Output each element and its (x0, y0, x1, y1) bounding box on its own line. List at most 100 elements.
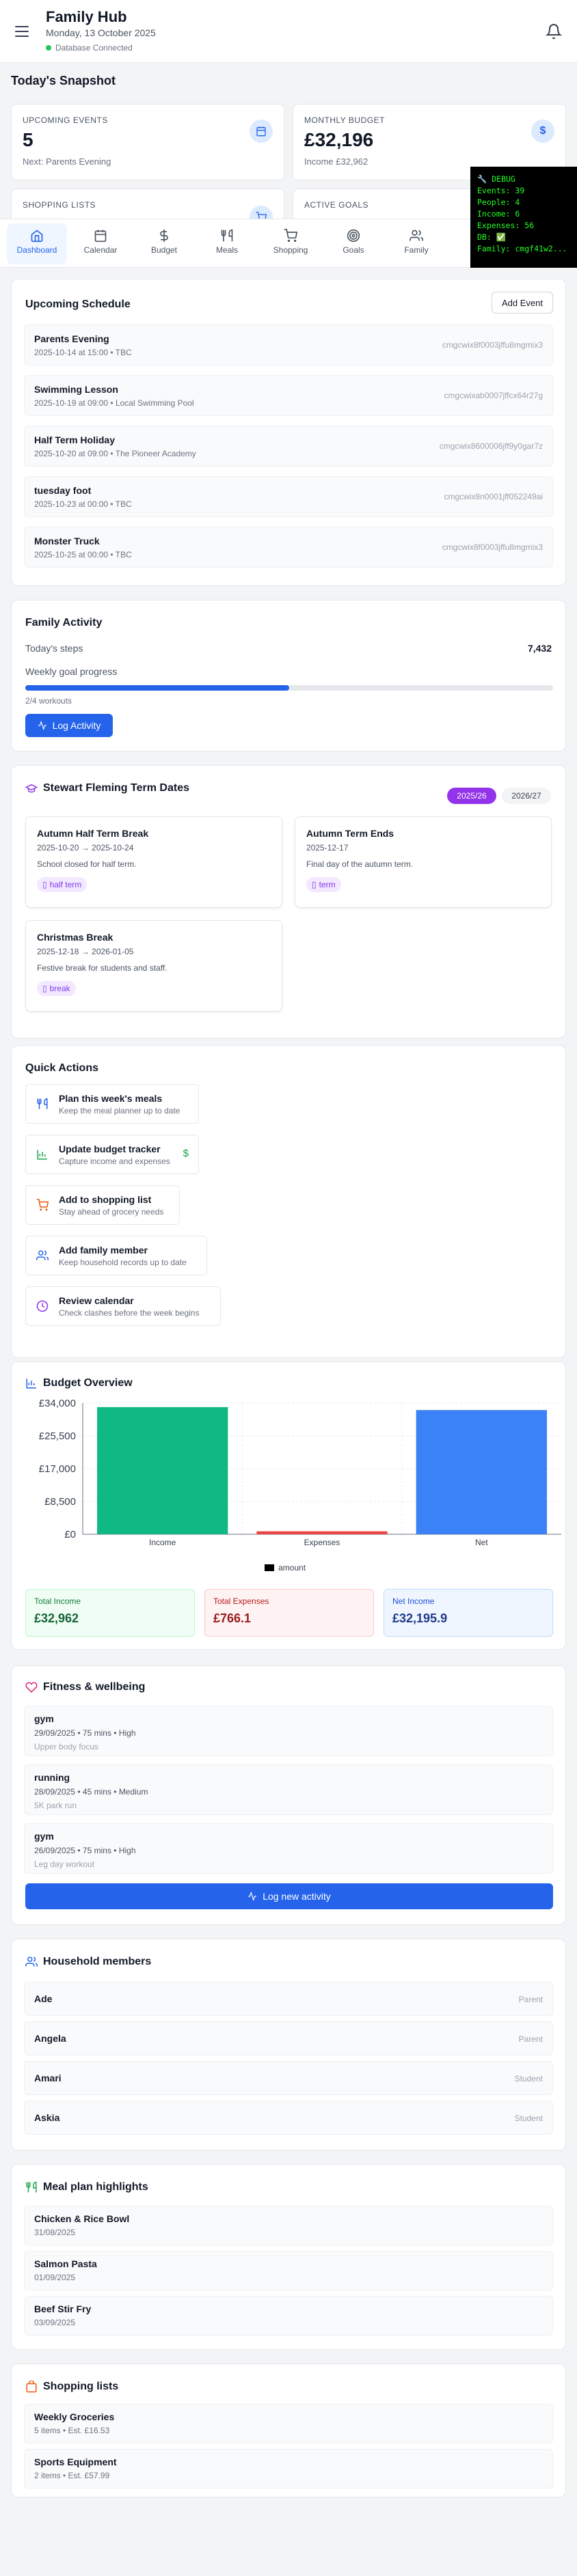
term-tag-label: half term (49, 880, 82, 889)
member-role: Student (514, 2074, 543, 2083)
dollar-icon: $ (531, 120, 554, 143)
nav-calendar[interactable]: Calendar (70, 223, 131, 264)
event-id: cmgcwix8f0003jffu8mgmix3 (442, 340, 543, 350)
shopping-list-row[interactable]: Weekly Groceries 5 items • Est. £16.53 (24, 2404, 553, 2443)
debug-line: 🔧 DEBUG (477, 174, 515, 184)
shopping-lists-section: Shopping lists Weekly Groceries 5 items … (11, 2364, 566, 2497)
plan-meals-action[interactable]: Plan this week's meals Keep the meal pla… (25, 1084, 199, 1124)
action-sub: Check clashes before the week begins (59, 1308, 200, 1318)
meal-row[interactable]: Salmon Pasta 01/09/2025 (24, 2251, 553, 2290)
menu-icon[interactable] (15, 26, 29, 37)
term-dates: 2025-12-18 → 2026-01-05 (37, 947, 134, 956)
log-new-activity-button[interactable]: Log new activity (25, 1883, 553, 1909)
db-status-text: Database Connected (55, 43, 133, 53)
upcoming-schedule-section: Upcoming Schedule Add Event Parents Even… (11, 279, 566, 586)
nav-dashboard[interactable]: Dashboard (7, 223, 67, 264)
term-card[interactable]: Autumn Half Term Break 2025-10-20 → 2025… (25, 816, 282, 908)
y-tick-label: £8,500 (44, 1496, 76, 1508)
add-event-button[interactable]: Add Event (492, 292, 553, 314)
section-title: Shopping lists (25, 2381, 118, 2393)
member-name: Amari (34, 2073, 62, 2083)
total-income-value: £32,962 (34, 1611, 79, 1625)
term-tag: ▯ term (306, 877, 341, 892)
meal-row[interactable]: Chicken & Rice Bowl 31/08/2025 (24, 2206, 553, 2245)
stat-value: £32,196 (304, 129, 374, 150)
event-row[interactable]: Parents Evening 2025-10-14 at 15:00 • TB… (24, 324, 553, 365)
home-icon (31, 230, 43, 243)
fitness-row[interactable]: gym 29/09/2025 • 75 mins • High Upper bo… (24, 1706, 553, 1756)
utensils-icon (26, 2181, 37, 2193)
debug-panel: 🔧 DEBUG Events: 39 People: 4 Income: 6 Expen… (470, 167, 577, 268)
upcoming-events-card[interactable]: Upcoming Events 5 Next: Parents Evening (11, 104, 284, 180)
member-row[interactable]: Amari Student (24, 2061, 553, 2095)
app-header: Family Hub Monday, 13 October 2025 Datab… (0, 0, 577, 63)
users-icon (25, 1956, 38, 1967)
meal-name: Beef Stir Fry (34, 2303, 92, 2314)
year-toggle-2025-26[interactable]: 2025/26 (447, 788, 496, 804)
db-status: Database Connected (46, 43, 133, 53)
nav-shopping[interactable]: Shopping (260, 223, 321, 264)
app-title: Family Hub (46, 8, 127, 25)
term-tag: ▯ half term (37, 877, 88, 892)
member-role: Parent (518, 2034, 543, 2044)
bar-income (97, 1407, 228, 1534)
event-row[interactable]: Half Term Holiday 2025-10-20 at 09:00 • … (24, 426, 553, 467)
log-activity-label: Log Activity (52, 720, 101, 731)
event-title: Monster Truck (34, 536, 100, 546)
clock-icon (36, 1299, 49, 1313)
update-budget-action[interactable]: Update budget tracker Capture income and… (25, 1135, 199, 1174)
section-title: Quick Actions (25, 1062, 98, 1074)
list-name: Sports Equipment (34, 2456, 117, 2467)
event-row[interactable]: Monster Truck 2025-10-25 at 00:00 • TBC … (24, 527, 553, 568)
meal-row[interactable]: Beef Stir Fry 03/09/2025 (24, 2296, 553, 2336)
section-title-text: Shopping lists (43, 2381, 119, 2392)
fitness-meta: 28/09/2025 • 45 mins • Medium (34, 1787, 148, 1797)
nav-meals[interactable]: Meals (197, 223, 257, 264)
dollar-icon (160, 229, 168, 243)
goal-label: Weekly goal progress (25, 666, 118, 677)
meal-date: 03/09/2025 (34, 2318, 76, 2327)
log-activity-button[interactable]: Log Activity (25, 714, 113, 737)
term-desc: Final day of the autumn term. (306, 859, 414, 869)
section-title: Household members (25, 1956, 151, 1968)
event-row[interactable]: tuesday foot 2025-10-23 at 00:00 • TBC c… (24, 476, 553, 517)
term-card[interactable]: Christmas Break 2025-12-18 → 2026-01-05 … (25, 920, 282, 1012)
book-icon: ▯ (312, 880, 317, 889)
budget-summary: Total Income £32,962 Total Expenses £766… (12, 1589, 567, 1637)
member-row[interactable]: Ade Parent (24, 1982, 553, 2016)
term-dates: 2025-12-17 (306, 843, 349, 853)
member-row[interactable]: Angela Parent (24, 2021, 553, 2055)
action-title: Add to shopping list (59, 1194, 152, 1205)
fitness-title: gym (34, 1713, 54, 1724)
stat-label: Shopping Lists (23, 200, 96, 210)
sum-label: Net Income (392, 1596, 435, 1606)
review-calendar-action[interactable]: Review calendar Check clashes before the… (25, 1286, 221, 1326)
debug-line: DB: ✅ (477, 232, 507, 242)
section-title: Meal plan highlights (25, 2181, 148, 2193)
add-shopping-action[interactable]: Add to shopping list Stay ahead of groce… (25, 1185, 180, 1225)
add-family-member-action[interactable]: Add family member Keep household records… (25, 1236, 207, 1275)
action-title: Plan this week's meals (59, 1093, 163, 1104)
nav-goals[interactable]: Goals (323, 223, 384, 264)
section-title-text: Budget Overview (43, 1377, 133, 1389)
bell-icon[interactable] (546, 23, 562, 40)
status-dot-icon (46, 45, 51, 51)
fitness-row[interactable]: running 28/09/2025 • 45 mins • Medium 5K… (24, 1764, 553, 1815)
member-row[interactable]: Askia Student (24, 2101, 553, 2135)
nav-family[interactable]: Family (386, 223, 446, 264)
utensils-icon (36, 1097, 49, 1111)
action-title: Update budget tracker (59, 1144, 161, 1154)
stat-sub: Income £32,962 (304, 156, 368, 167)
log-new-activity-label: Log new activity (263, 1891, 331, 1902)
fitness-row[interactable]: gym 26/09/2025 • 75 mins • High Leg day … (24, 1823, 553, 1874)
debug-line: Expenses: 56 (477, 221, 535, 230)
action-sub: Keep household records up to date (59, 1258, 187, 1267)
event-row[interactable]: Swimming Lesson 2025-10-19 at 09:00 • Lo… (24, 375, 553, 416)
term-dates-section: Stewart Fleming Term Dates 2025/26 2026/… (11, 765, 566, 1038)
stat-value: 5 (23, 129, 33, 150)
shopping-list-row[interactable]: Sports Equipment 2 items • Est. £57.99 (24, 2449, 553, 2489)
term-card[interactable]: Autumn Term Ends 2025-12-17 Final day of… (295, 816, 552, 908)
total-expenses-value: £766.1 (213, 1611, 252, 1625)
nav-budget[interactable]: Budget (134, 223, 194, 264)
year-toggle-2026-27[interactable]: 2026/27 (502, 788, 551, 804)
